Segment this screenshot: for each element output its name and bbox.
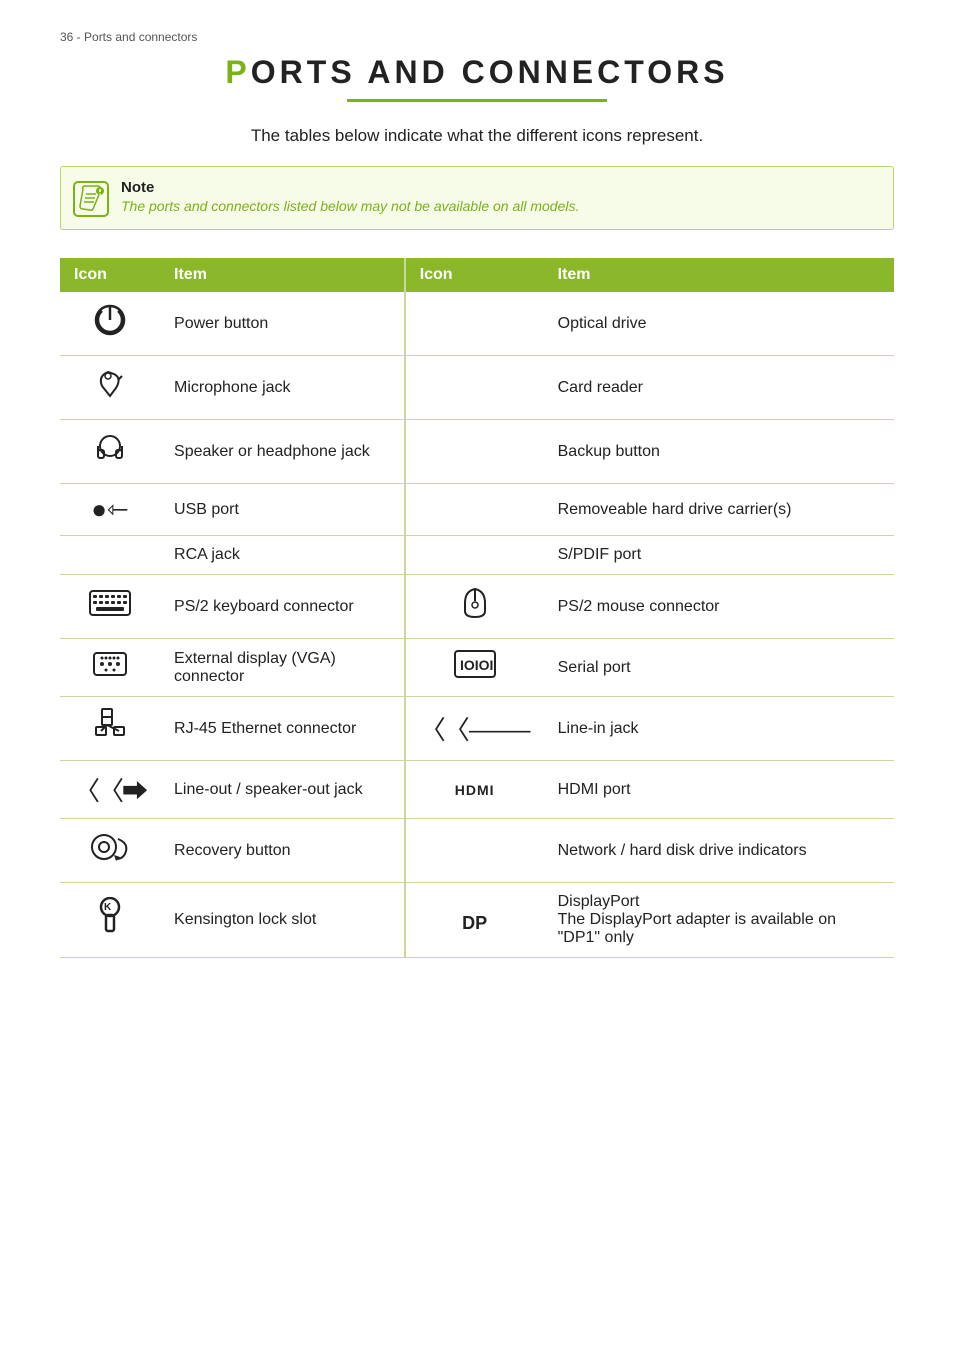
- left-icon-cell: [60, 356, 160, 420]
- table-row: Speaker or headphone jack Backup button: [60, 420, 894, 484]
- note-title: Note: [121, 179, 579, 196]
- left-icon-cell: K: [60, 883, 160, 958]
- right-icon-cell: [405, 536, 544, 575]
- col2-icon-header: Icon: [405, 258, 544, 292]
- left-icon-cell: [60, 697, 160, 761]
- title-first-letter: P: [225, 54, 250, 90]
- table-row: 〈〈➡Line-out / speaker-out jackHDMIHDMI p…: [60, 761, 894, 819]
- right-item-cell: Serial port: [544, 639, 894, 697]
- left-item-cell: Recovery button: [160, 819, 405, 883]
- right-icon-cell: [405, 575, 544, 639]
- right-icon-cell: [405, 819, 544, 883]
- right-item-cell: PS/2 mouse connector: [544, 575, 894, 639]
- svg-text:IOIOI: IOIOI: [460, 657, 493, 673]
- right-item-cell: HDMI port: [544, 761, 894, 819]
- left-icon-cell: [60, 639, 160, 697]
- right-item-cell: Removeable hard drive carrier(s): [544, 484, 894, 536]
- left-item-cell: USB port: [160, 484, 405, 536]
- table-header-row: Icon Item Icon Item: [60, 258, 894, 292]
- left-icon-cell: ●⇽: [60, 484, 160, 536]
- table-row: Recovery button Network / hard disk drive…: [60, 819, 894, 883]
- left-item-cell: External display (VGA) connector: [160, 639, 405, 697]
- note-content: Note The ports and connectors listed bel…: [121, 179, 579, 214]
- left-icon-cell: [60, 292, 160, 356]
- left-item-cell: Speaker or headphone jack: [160, 420, 405, 484]
- left-item-cell: Kensington lock slot: [160, 883, 405, 958]
- left-item-cell: RCA jack: [160, 536, 405, 575]
- page-label: 36 - Ports and connectors: [60, 30, 894, 44]
- left-item-cell: Line-out / speaker-out jack: [160, 761, 405, 819]
- left-item-cell: RJ-45 Ethernet connector: [160, 697, 405, 761]
- left-item-cell: PS/2 keyboard connector: [160, 575, 405, 639]
- right-icon-cell: 〈〈⸻: [405, 697, 544, 761]
- icon-table: Icon Item Icon Item Power button Optical …: [60, 258, 894, 958]
- left-icon-cell: [60, 536, 160, 575]
- right-icon-cell: IOIOI: [405, 639, 544, 697]
- svg-text:K: K: [104, 902, 112, 913]
- right-item-cell: DisplayPort The DisplayPort adapter is a…: [544, 883, 894, 958]
- left-icon-cell: 〈〈➡: [60, 761, 160, 819]
- left-item-cell: Power button: [160, 292, 405, 356]
- table-row: K Kensington lock slotDPDisplayPort The D…: [60, 883, 894, 958]
- right-item-cell: S/PDIF port: [544, 536, 894, 575]
- page-title: PORTS AND CONNECTORS: [60, 54, 894, 91]
- right-icon-cell: DP: [405, 883, 544, 958]
- left-icon-cell: [60, 819, 160, 883]
- note-body: The ports and connectors listed below ma…: [121, 198, 579, 214]
- right-icon-cell: [405, 484, 544, 536]
- right-item-cell: Card reader: [544, 356, 894, 420]
- left-icon-cell: [60, 575, 160, 639]
- note-icon: [73, 181, 109, 217]
- col1-icon-header: Icon: [60, 258, 160, 292]
- table-row: External display (VGA) connector IOIOI Ser…: [60, 639, 894, 697]
- table-row: PS/2 keyboard connector PS/2 mouse connec…: [60, 575, 894, 639]
- col2-item-header: Item: [544, 258, 894, 292]
- intro-text: The tables below indicate what the diffe…: [60, 126, 894, 146]
- table-row: RCA jack S/PDIF port: [60, 536, 894, 575]
- right-icon-cell: HDMI: [405, 761, 544, 819]
- note-box: Note The ports and connectors listed bel…: [60, 166, 894, 230]
- table-row: Microphone jack Card reader: [60, 356, 894, 420]
- left-icon-cell: [60, 420, 160, 484]
- table-row: ●⇽USB port Removeable hard drive carrier(…: [60, 484, 894, 536]
- col1-item-header: Item: [160, 258, 405, 292]
- right-item-cell: Network / hard disk drive indicators: [544, 819, 894, 883]
- right-item-cell: Line-in jack: [544, 697, 894, 761]
- right-item-cell: Backup button: [544, 420, 894, 484]
- left-item-cell: Microphone jack: [160, 356, 405, 420]
- title-underline: [347, 99, 607, 102]
- right-icon-cell: [405, 420, 544, 484]
- table-row: Power button Optical drive: [60, 292, 894, 356]
- right-icon-cell: [405, 292, 544, 356]
- right-icon-cell: [405, 356, 544, 420]
- table-row: RJ-45 Ethernet connector〈〈⸻Line-in jack: [60, 697, 894, 761]
- right-item-cell: Optical drive: [544, 292, 894, 356]
